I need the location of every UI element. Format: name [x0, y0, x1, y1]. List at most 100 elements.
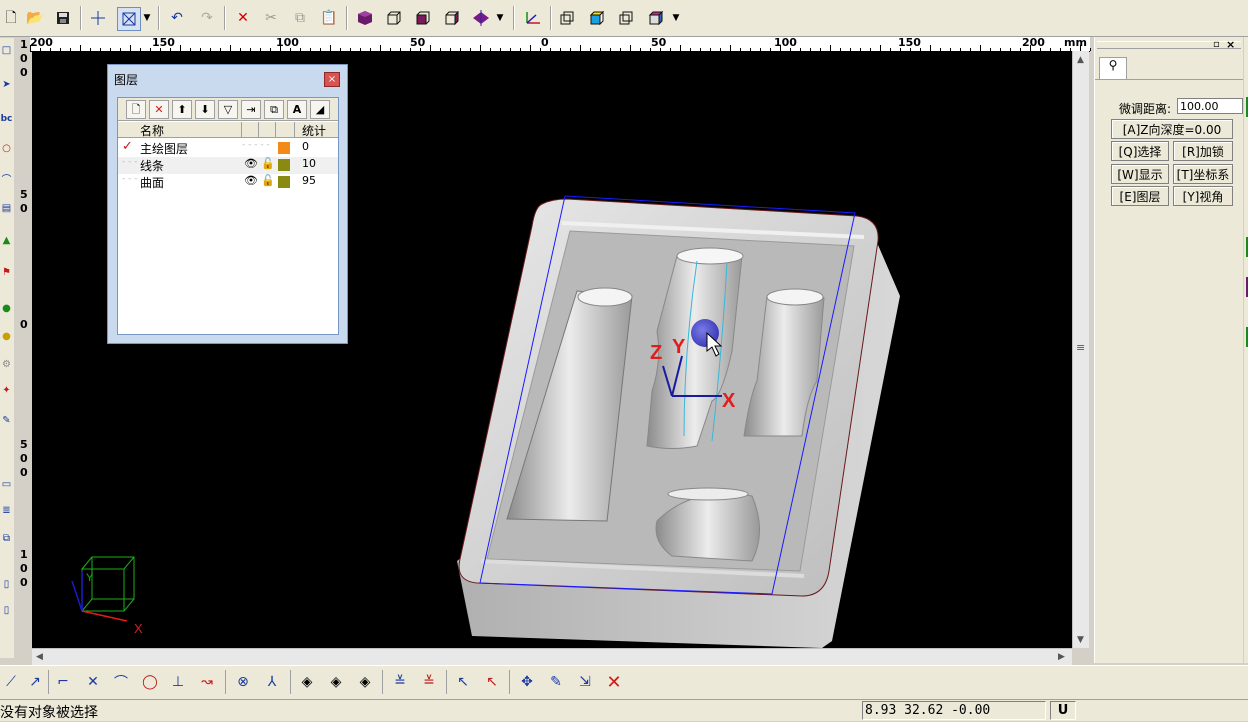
- lock-icon[interactable]: 🔓: [261, 174, 275, 187]
- gear-icon[interactable]: ⚙: [0, 358, 13, 372]
- select-box-icon[interactable]: □: [0, 44, 13, 58]
- view-custom-icon[interactable]: [645, 7, 667, 29]
- new-file-icon[interactable]: 🗋: [0, 7, 22, 29]
- layer-button[interactable]: [E]图层: [1111, 186, 1169, 206]
- layer-color-swatch[interactable]: [278, 142, 290, 154]
- open-folder-icon[interactable]: 📂: [24, 7, 46, 29]
- shaded-cube-icon[interactable]: [354, 7, 376, 29]
- layer-row[interactable]: - - - 曲面 👁 🔓 95: [118, 174, 338, 191]
- col-count-header[interactable]: 统计: [302, 122, 326, 139]
- page-icon[interactable]: ▯: [0, 604, 13, 618]
- move-up-icon[interactable]: ⬆: [172, 100, 192, 119]
- save-icon[interactable]: [52, 7, 74, 29]
- hatch-icon[interactable]: ≚: [418, 671, 440, 693]
- layer-color-swatch[interactable]: [278, 176, 290, 188]
- export-icon[interactable]: ⧉: [264, 100, 284, 119]
- tool-icon[interactable]: ✦: [0, 384, 13, 398]
- page-icon[interactable]: ▯: [0, 578, 13, 592]
- edit-icon[interactable]: ✎: [0, 414, 13, 428]
- filter-icon[interactable]: ▽: [218, 100, 238, 119]
- view-top-icon[interactable]: [586, 7, 608, 29]
- paste-icon[interactable]: 📋: [318, 7, 340, 29]
- layer-color-swatch[interactable]: [278, 159, 290, 171]
- import-icon[interactable]: ⇥: [241, 100, 261, 119]
- corner-point-icon[interactable]: ⅄: [261, 671, 283, 693]
- list-icon[interactable]: ≣: [0, 504, 13, 518]
- curve-icon[interactable]: ⌒: [0, 174, 13, 188]
- copy-icon[interactable]: ⧉: [289, 7, 311, 29]
- z-depth-button[interactable]: [A]Z向深度=0.00: [1111, 119, 1233, 139]
- dropdown-arrow-icon[interactable]: ▼: [494, 7, 506, 29]
- circle-icon[interactable]: ◯: [139, 671, 161, 693]
- copy-doc-icon[interactable]: ⧉: [0, 532, 13, 546]
- box-select-icon[interactable]: [117, 7, 141, 31]
- cube-front-icon[interactable]: [412, 7, 434, 29]
- select-icon[interactable]: ↖: [452, 671, 474, 693]
- diamond-icon[interactable]: ◈: [354, 671, 376, 693]
- transform-icon[interactable]: ⇲: [574, 671, 596, 693]
- crosshair-icon[interactable]: [87, 7, 109, 29]
- fine-tune-input[interactable]: [1177, 98, 1243, 114]
- text-icon[interactable]: A: [287, 100, 307, 119]
- axis-icon[interactable]: [522, 7, 544, 29]
- visible-eye-icon[interactable]: 👁: [244, 174, 258, 187]
- dropdown-arrow-icon[interactable]: ▼: [141, 7, 153, 29]
- diamond-icon[interactable]: ◈: [325, 671, 347, 693]
- polyline-icon[interactable]: ↗: [24, 671, 46, 693]
- col-name-header[interactable]: 名称: [140, 122, 164, 139]
- tab-settings[interactable]: ⚲: [1099, 57, 1127, 80]
- arc-icon[interactable]: ⌒: [110, 671, 132, 693]
- restore-icon[interactable]: ▫: [1213, 39, 1220, 50]
- select-icon[interactable]: ↖: [481, 671, 503, 693]
- surface-icon[interactable]: ▲: [0, 234, 13, 248]
- corner-icon[interactable]: ◢: [310, 100, 330, 119]
- layer-row[interactable]: - - - 线条 👁 🔓 10: [118, 157, 338, 174]
- select-button[interactable]: [Q]选择: [1111, 141, 1169, 161]
- view-front-icon[interactable]: [556, 7, 578, 29]
- edit-icon[interactable]: ✎: [545, 671, 567, 693]
- new-layer-icon[interactable]: 🗋: [126, 100, 146, 119]
- fillet-icon[interactable]: ⌐: [52, 671, 74, 693]
- trim-icon[interactable]: ✕: [82, 671, 104, 693]
- lock-button[interactable]: [R]加锁: [1173, 141, 1233, 161]
- undo-icon[interactable]: ↶: [166, 7, 188, 29]
- display-button[interactable]: [W]显示: [1111, 164, 1169, 184]
- point-icon[interactable]: ●: [0, 302, 13, 316]
- horizontal-scrollbar[interactable]: ◀ ▶: [32, 648, 1072, 665]
- perpendicular-icon[interactable]: ⊥: [167, 671, 189, 693]
- hatch-icon[interactable]: ≚: [389, 671, 411, 693]
- close-icon[interactable]: ×: [1226, 38, 1235, 51]
- scroll-thumb-icon[interactable]: ≡: [1076, 341, 1085, 354]
- visible-eye-icon[interactable]: 👁: [244, 157, 258, 170]
- scroll-left-icon[interactable]: ◀: [36, 652, 43, 662]
- dropdown-arrow-icon[interactable]: ▼: [670, 7, 682, 29]
- u-button[interactable]: U: [1050, 701, 1076, 720]
- wire-cube-icon[interactable]: [383, 7, 405, 29]
- redo-icon[interactable]: ↷: [196, 7, 218, 29]
- cube-iso-icon[interactable]: [470, 7, 492, 29]
- view-angle-button[interactable]: [Y]视角: [1173, 186, 1233, 206]
- line-icon[interactable]: ⟋: [0, 671, 22, 693]
- delete-layer-icon[interactable]: ✕: [149, 100, 169, 119]
- cube-side-icon[interactable]: [441, 7, 463, 29]
- doc-icon[interactable]: ▭: [0, 478, 13, 492]
- coord-system-button[interactable]: [T]坐标系: [1173, 164, 1233, 184]
- move-icon[interactable]: ✥: [516, 671, 538, 693]
- circle-icon[interactable]: ○: [0, 142, 13, 156]
- curve-icon[interactable]: ↝: [196, 671, 218, 693]
- cut-icon[interactable]: ✂: [260, 7, 282, 29]
- move-down-icon[interactable]: ⬇: [195, 100, 215, 119]
- close-icon[interactable]: ×: [324, 72, 340, 87]
- close-icon[interactable]: ✕: [603, 671, 625, 693]
- layers-icon[interactable]: ▤: [0, 202, 13, 216]
- flag-icon[interactable]: ⚑: [0, 266, 13, 280]
- point-icon[interactable]: ⊗: [232, 671, 254, 693]
- abc-text-icon[interactable]: bc: [0, 112, 13, 126]
- diamond-icon[interactable]: ◈: [296, 671, 318, 693]
- arrow-icon[interactable]: ➤: [0, 78, 13, 92]
- view-back-icon[interactable]: [615, 7, 637, 29]
- lock-icon[interactable]: 🔓: [261, 157, 275, 170]
- delete-icon[interactable]: ✕: [232, 7, 254, 29]
- scroll-down-icon[interactable]: ▼: [1077, 635, 1084, 645]
- point-yellow-icon[interactable]: ●: [0, 330, 13, 344]
